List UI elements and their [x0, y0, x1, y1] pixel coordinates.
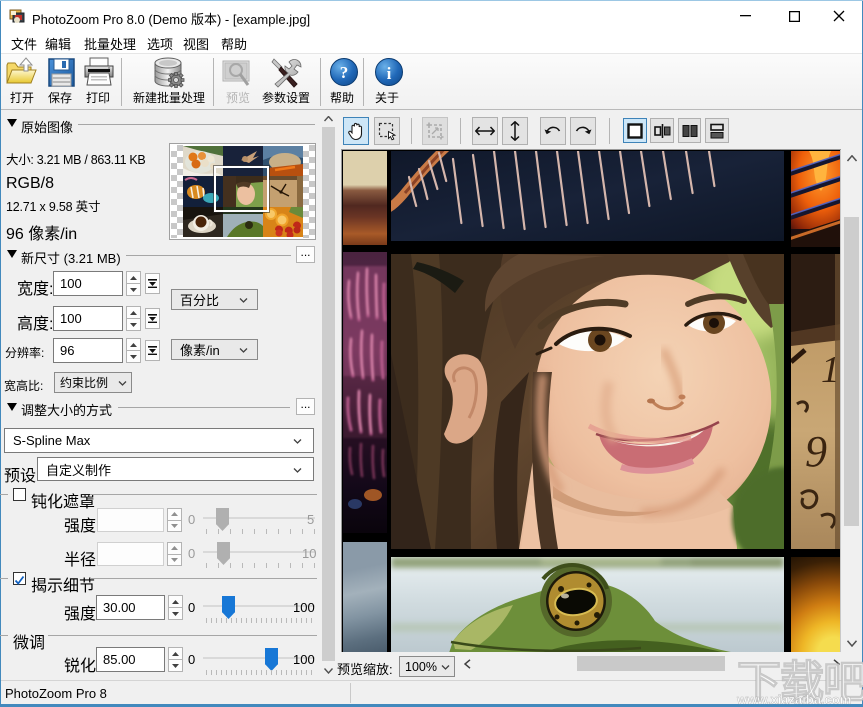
svg-text:i: i	[387, 64, 392, 83]
svg-text:?: ?	[340, 63, 349, 82]
svg-text:9: 9	[805, 427, 827, 476]
